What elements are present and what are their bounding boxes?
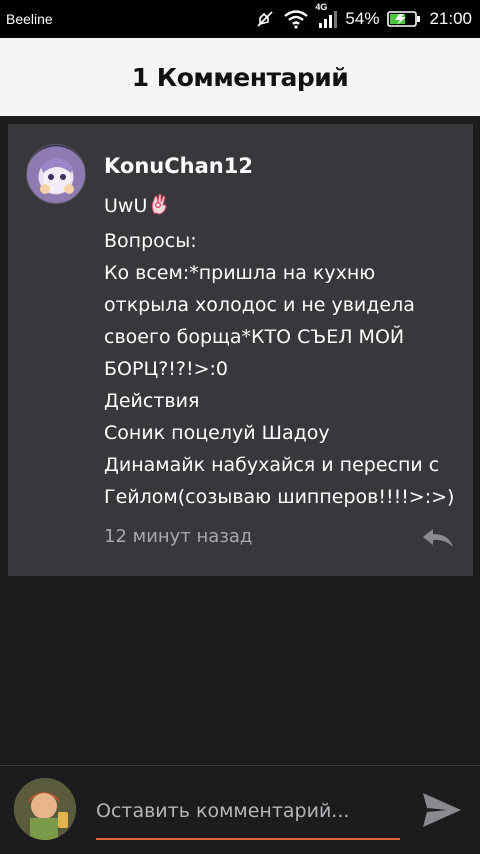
status-icons: 4G 54% 21:00 — [255, 2, 472, 29]
battery-percent: 54% — [345, 9, 380, 28]
send-button[interactable] — [420, 790, 464, 830]
reply-button[interactable] — [420, 524, 456, 552]
network-type: 4G — [315, 2, 328, 12]
reply-icon — [423, 529, 453, 547]
mute-icon — [255, 9, 275, 29]
comment-line: БОРЦ?!?!>:0 — [104, 358, 229, 380]
carrier-name: Beeline — [6, 11, 53, 27]
comment-card: KonuChan12 UwU Вопросы: Ко всем:*пришла … — [8, 124, 473, 576]
comment-line-text: UwU — [104, 195, 148, 217]
avatar[interactable] — [26, 144, 86, 204]
comment-author[interactable]: KonuChan12 — [104, 154, 253, 178]
page-header: 1 Комментарий — [0, 38, 480, 116]
comment-timestamp: 12 минут назад — [104, 526, 253, 547]
signal-icon: 4G — [315, 2, 338, 29]
comment-input[interactable] — [96, 792, 400, 840]
comment-text: UwU Вопросы: Ко всем:*пришла на кухню от… — [104, 190, 454, 513]
comment-line: Гейлом(созываю шипперов!!!!>:>) — [104, 486, 455, 508]
comment-line: Ко всем:*пришла на кухню — [104, 262, 376, 284]
user-avatar-image — [14, 778, 76, 840]
ok-hand-emoji — [148, 193, 170, 225]
comment-line: открыла холодос и не увидела — [104, 294, 415, 316]
battery-charging-icon — [387, 10, 421, 28]
wifi-icon — [283, 9, 309, 29]
comment-line: UwU — [104, 190, 454, 225]
comment-line: Вопросы: — [104, 230, 197, 252]
comment-line: своего борща*КТО СЪЕЛ МОЙ — [104, 326, 405, 348]
comment-compose-bar — [0, 765, 480, 854]
avatar-image — [40, 158, 74, 194]
comment-line: Соник поцелуй Шадоу — [104, 422, 330, 444]
user-avatar — [14, 778, 76, 840]
comment-line: Действия — [104, 390, 200, 412]
send-icon — [423, 793, 461, 827]
status-bar: Beeline 4G 54% 21:00 — [0, 0, 480, 38]
comment-line: Динамайк набухайся и переспи с — [104, 454, 440, 476]
status-time: 21:00 — [429, 9, 472, 28]
page-title: 1 Комментарий — [131, 62, 349, 92]
